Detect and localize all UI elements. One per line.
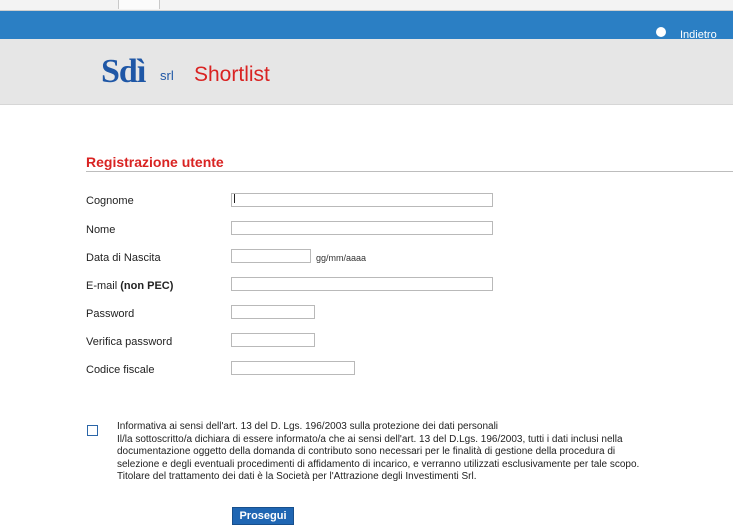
company-logo: Sdì bbox=[101, 53, 146, 90]
privacy-consent-checkbox[interactable] bbox=[87, 425, 98, 436]
app-title: Shortlist bbox=[194, 63, 270, 86]
privacy-line: selezione e degli eventuali procedimenti… bbox=[117, 458, 640, 470]
top-navigation-bar: Indietro bbox=[0, 11, 733, 47]
privacy-line: Informativa ai sensi dell'art. 13 del D.… bbox=[117, 421, 499, 432]
browser-tab[interactable] bbox=[118, 0, 160, 9]
text-cursor bbox=[234, 194, 235, 203]
nome-input[interactable] bbox=[231, 221, 493, 235]
privacy-line: Il/la sottoscritto/a dichiara di essere … bbox=[117, 433, 623, 445]
privacy-line: Titolare del trattamento dei dati è la S… bbox=[117, 471, 477, 482]
company-logo-suffix: srl bbox=[160, 68, 174, 83]
date-format-hint: gg/mm/aaaa bbox=[316, 253, 367, 263]
email-label-note: (non PEC) bbox=[120, 280, 174, 292]
password-input[interactable] bbox=[231, 305, 315, 319]
codice-fiscale-label: Codice fiscale bbox=[86, 364, 155, 376]
codice-fiscale-input[interactable] bbox=[231, 361, 355, 375]
cognome-input[interactable] bbox=[231, 193, 493, 207]
data-nascita-label: Data di Nascita bbox=[86, 252, 161, 264]
email-label-text: E-mail bbox=[86, 280, 118, 292]
data-nascita-input[interactable] bbox=[231, 249, 311, 263]
cognome-label: Cognome bbox=[86, 195, 134, 207]
password-label: Password bbox=[86, 308, 135, 320]
verify-password-label: Verifica password bbox=[86, 336, 173, 348]
browser-tab-strip bbox=[0, 0, 733, 11]
section-divider bbox=[86, 171, 733, 172]
email-label: E-mail (non PEC) bbox=[86, 280, 173, 292]
nome-label: Nome bbox=[86, 224, 116, 236]
prosegui-button[interactable]: Prosegui bbox=[232, 507, 294, 525]
form-section-title: Registrazione utente bbox=[86, 154, 224, 170]
privacy-line: documentazione oggetto della domanda di … bbox=[117, 446, 616, 457]
email-input[interactable] bbox=[231, 277, 493, 291]
verify-password-input[interactable] bbox=[231, 333, 315, 347]
privacy-notice: Informativa ai sensi dell'art. 13 del D.… bbox=[117, 421, 727, 484]
